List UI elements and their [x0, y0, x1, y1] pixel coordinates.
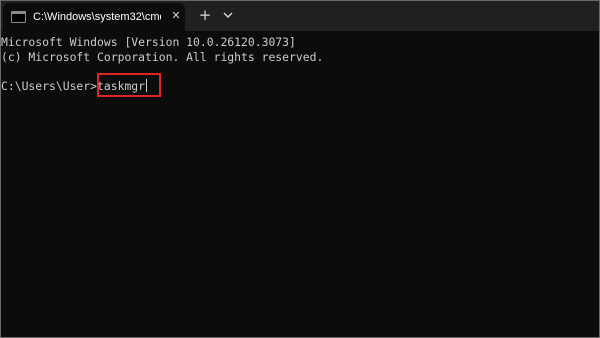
prompt-text: C:\Users\User>: [1, 79, 98, 93]
command-highlight-box: [97, 73, 161, 97]
plus-icon[interactable]: +: [197, 6, 213, 24]
console-line: Microsoft Windows [Version 10.0.26120.30…: [1, 35, 296, 49]
terminal-icon: [11, 11, 26, 23]
console-line: (c) Microsoft Corporation. All rights re…: [1, 50, 324, 64]
close-icon[interactable]: ✕: [169, 8, 183, 24]
terminal-window: C:\Windows\system32\cmd.e ✕ + Microsoft …: [0, 0, 600, 338]
chevron-down-icon[interactable]: [221, 7, 235, 23]
console-output[interactable]: Microsoft Windows [Version 10.0.26120.30…: [1, 31, 599, 337]
tab-cmd[interactable]: C:\Windows\system32\cmd.e ✕: [3, 3, 185, 31]
title-bar: C:\Windows\system32\cmd.e ✕ +: [1, 1, 599, 31]
tab-title: C:\Windows\system32\cmd.e: [33, 11, 161, 23]
